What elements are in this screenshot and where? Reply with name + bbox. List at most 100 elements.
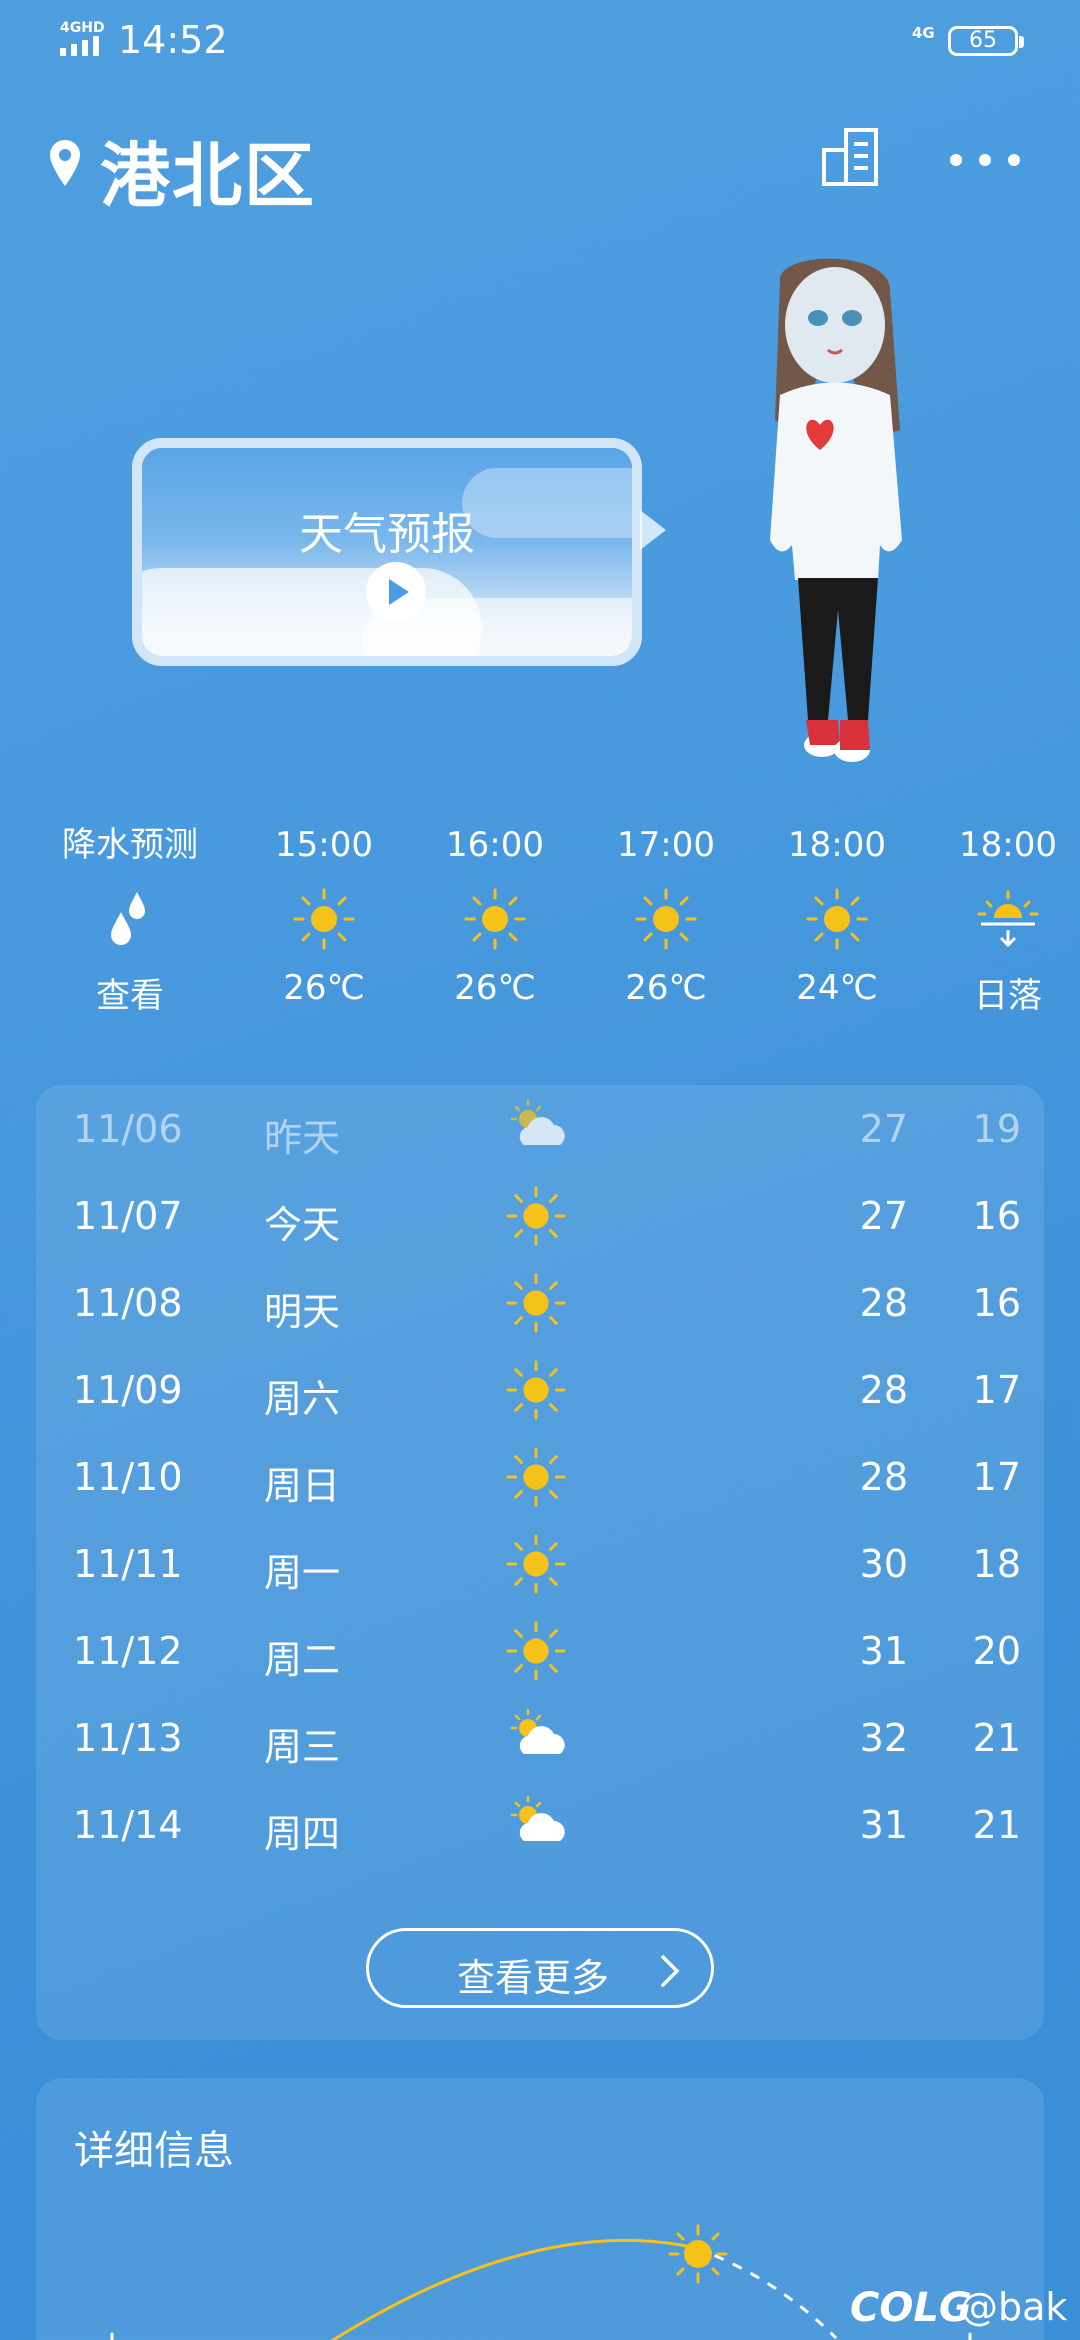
status-bar: 4GHD 14:52 4G 65: [0, 0, 1080, 80]
hourly-label: 18:00: [959, 825, 1057, 865]
daily-date: 11/10: [73, 1455, 183, 1499]
hourly-label: 降水预测: [62, 825, 198, 865]
daily-day: 昨天: [264, 1116, 341, 1160]
sun-icon: [635, 888, 697, 950]
sun-icon: [506, 1621, 566, 1681]
hourly-label: 15:00: [275, 825, 373, 865]
daily-low: 16: [972, 1194, 1021, 1238]
battery-icon: 65: [948, 26, 1024, 56]
daily-row[interactable]: 11/12 周二 31 20: [36, 1607, 1044, 1694]
sunset-icon: [977, 890, 1039, 948]
hourly-item-sunset: 18:00 日落: [928, 820, 1080, 1017]
watermark-user: @bak: [960, 2285, 1068, 2329]
sun-icon: [806, 888, 868, 950]
sun-icon: [293, 888, 355, 950]
hourly-temp: 24℃: [796, 968, 878, 1008]
view-more-button[interactable]: 查看更多: [366, 1928, 714, 2008]
video-title: 天气预报: [299, 509, 475, 560]
avatar-character[interactable]: [740, 250, 940, 780]
watermark-brand: COLG: [850, 2285, 972, 2331]
partly-cloudy-icon: [510, 1708, 565, 1754]
daily-row[interactable]: 11/09 周六 28 17: [36, 1346, 1044, 1433]
daily-high: 27: [859, 1107, 908, 1151]
forecast-video-card[interactable]: 天气预报: [132, 438, 666, 666]
hourly-value: 日落: [974, 976, 1042, 1016]
sun-icon: [506, 1447, 566, 1507]
daily-high: 27: [859, 1194, 908, 1238]
daily-date: 11/12: [73, 1629, 183, 1673]
hourly-temp: 26℃: [625, 968, 707, 1008]
sun-icon: [506, 1360, 566, 1420]
daily-row[interactable]: 11/07 今天 27 16: [36, 1172, 1044, 1259]
daily-date: 11/14: [73, 1803, 183, 1847]
daily-row[interactable]: 11/11 周一 30 18: [36, 1520, 1044, 1607]
network-4g-label: 4G: [912, 24, 935, 42]
hourly-forecast: 降水预测 查看 15:00 26℃ 16:00 26℃ 17:00 26℃ 18…: [0, 820, 1080, 1020]
daily-high: 30: [859, 1542, 908, 1586]
hourly-value: 查看: [96, 976, 164, 1016]
sun-icon: [506, 1186, 566, 1246]
sun-icon: [506, 1534, 566, 1594]
hourly-temp: 26℃: [454, 968, 536, 1008]
daily-day: 周三: [264, 1725, 341, 1769]
daily-low: 16: [972, 1281, 1021, 1325]
daily-low: 19: [972, 1107, 1021, 1151]
daily-date: 11/13: [73, 1716, 183, 1760]
daily-date: 11/07: [73, 1194, 183, 1238]
hourly-item: 17:00 26℃: [586, 820, 746, 1008]
play-icon[interactable]: [366, 562, 426, 622]
hourly-item: 15:00 26℃: [244, 820, 404, 1008]
more-dots-icon[interactable]: [950, 140, 1020, 180]
daily-row[interactable]: 11/06 昨天 27 19: [36, 1085, 1044, 1172]
speech-bubble-tail: [640, 510, 666, 550]
daily-high: 32: [859, 1716, 908, 1760]
daily-date: 11/11: [73, 1542, 183, 1586]
daily-low: 21: [972, 1803, 1021, 1847]
sun-icon: [464, 888, 526, 950]
daily-high: 28: [859, 1281, 908, 1325]
daily-day: 周六: [264, 1377, 341, 1421]
sun-icon: [668, 2224, 728, 2284]
location-title[interactable]: 港北区: [100, 120, 316, 221]
location-pin-icon: [50, 140, 80, 186]
hourly-label: 16:00: [446, 825, 544, 865]
partly-cloudy-icon: [510, 1795, 565, 1841]
buildings-icon[interactable]: [820, 126, 882, 188]
daily-high: 28: [859, 1368, 908, 1412]
daily-row[interactable]: 11/10 周日 28 17: [36, 1433, 1044, 1520]
hourly-label: 17:00: [617, 825, 715, 865]
hourly-item-precipitation[interactable]: 降水预测 查看: [50, 820, 210, 1017]
daily-date: 11/09: [73, 1368, 183, 1412]
view-more-label: 查看更多: [457, 1956, 610, 2000]
video-thumbnail: 天气预报: [142, 448, 632, 656]
daily-low: 17: [972, 1455, 1021, 1499]
daily-row[interactable]: 11/08 明天 28 16: [36, 1259, 1044, 1346]
hourly-temp: 26℃: [283, 968, 365, 1008]
partly-cloudy-icon: [510, 1099, 565, 1145]
daily-date: 11/06: [73, 1107, 183, 1151]
daily-forecast-card: 11/06 昨天 27 19 11/07 今天 27 16 11/08 明天 2…: [36, 1085, 1044, 2040]
daily-row[interactable]: 11/14 周四 31 21: [36, 1781, 1044, 1868]
chevron-right-icon: [661, 1955, 680, 1987]
daily-high: 28: [859, 1455, 908, 1499]
daily-day: 明天: [264, 1290, 341, 1334]
daily-day: 周二: [264, 1638, 341, 1682]
network-type-label: 4GHD: [60, 20, 105, 36]
signal-icon: [60, 36, 99, 56]
battery-level: 65: [969, 28, 997, 53]
detail-title: 详细信息: [74, 2128, 234, 2174]
hourly-label: 18:00: [788, 825, 886, 865]
daily-day: 周一: [264, 1551, 341, 1595]
daily-low: 17: [972, 1368, 1021, 1412]
daily-row[interactable]: 11/13 周三 32 21: [36, 1694, 1044, 1781]
daily-day: 周日: [264, 1464, 341, 1508]
daily-date: 11/08: [73, 1281, 183, 1325]
status-time: 14:52: [118, 18, 228, 62]
sunset-icon: [968, 2332, 972, 2340]
raindrops-icon: [111, 892, 145, 945]
daily-low: 21: [972, 1716, 1021, 1760]
daily-day: 今天: [264, 1203, 341, 1247]
sunrise-icon: [110, 2332, 114, 2340]
hourly-item: 16:00 26℃: [415, 820, 575, 1008]
daily-high: 31: [859, 1629, 908, 1673]
